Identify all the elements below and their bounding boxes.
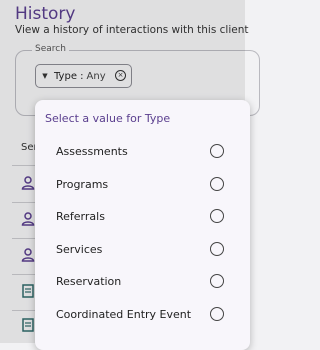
option-referrals[interactable]: Referrals xyxy=(35,201,250,233)
option-label: Reservation xyxy=(56,275,122,288)
option-label: Coordinated Entry Event xyxy=(56,308,192,321)
option-programs[interactable]: Programs xyxy=(35,169,250,201)
option-reservation[interactable]: Reservation xyxy=(35,266,250,298)
radio-button[interactable] xyxy=(210,177,224,191)
radio-button[interactable] xyxy=(210,307,224,321)
radio-button[interactable] xyxy=(210,209,224,223)
popup-title: Select a value for Type xyxy=(45,112,171,125)
option-services[interactable]: Services xyxy=(35,234,250,266)
radio-button[interactable] xyxy=(210,144,224,158)
option-assessments[interactable]: Assessments xyxy=(35,136,250,168)
type-select-popup: Select a value for Type Assessments Prog… xyxy=(35,100,250,350)
option-coordinated-entry-event[interactable]: Coordinated Entry Event xyxy=(35,299,250,331)
radio-button[interactable] xyxy=(210,274,224,288)
option-label: Services xyxy=(56,243,103,256)
radio-button[interactable] xyxy=(210,242,224,256)
option-label: Assessments xyxy=(56,145,128,158)
option-label: Programs xyxy=(56,178,109,191)
option-label: Referrals xyxy=(56,210,105,223)
